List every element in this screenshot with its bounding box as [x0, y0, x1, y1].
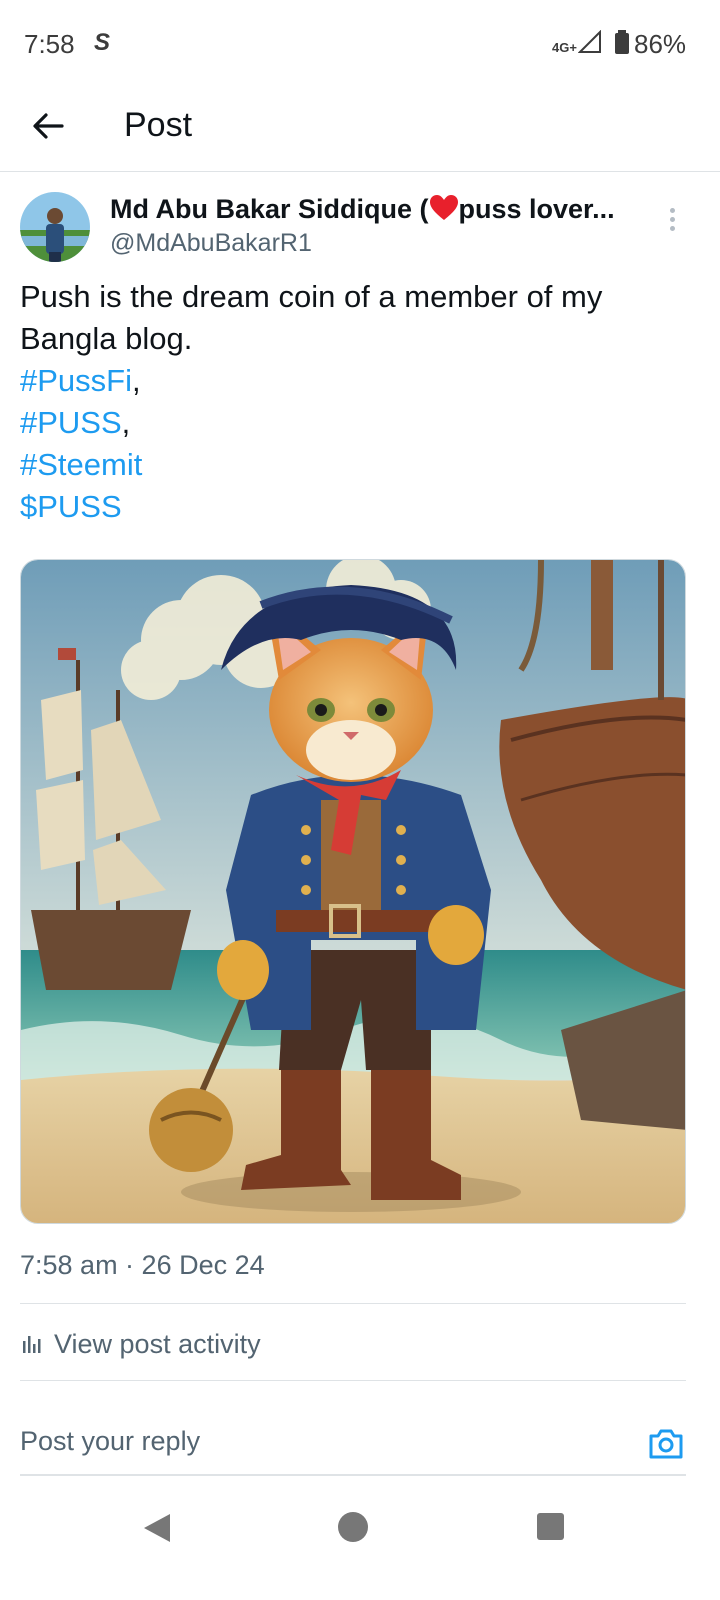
nav-back-icon[interactable] — [142, 1512, 172, 1544]
avatar-image — [20, 192, 90, 262]
divider — [20, 1380, 686, 1381]
battery-icon — [615, 30, 629, 54]
nav-home-button[interactable] — [338, 1512, 368, 1542]
page-title: Post — [124, 106, 193, 144]
app-notification-icon: S — [94, 29, 111, 56]
tweet-main-text: Push is the dream coin of a member of my… — [20, 279, 603, 356]
camera-button[interactable] — [646, 1424, 686, 1464]
hashtag-line: #Steemit — [20, 444, 690, 486]
author-handle[interactable]: @MdAbuBakarR1 — [110, 229, 312, 258]
more-options-button[interactable] — [662, 204, 682, 236]
system-nav-bar — [0, 1490, 720, 1600]
tweet-media-image[interactable] — [20, 559, 686, 1224]
nav-recents-button[interactable] — [537, 1513, 564, 1540]
hashtag-link[interactable]: #Steemit — [20, 447, 142, 482]
hashtag-link[interactable]: #PUSS — [20, 405, 122, 440]
app-header: Post — [0, 88, 720, 172]
status-bar: 7:58 S 4G+ 86% — [0, 0, 720, 88]
pirate-cat-illustration — [21, 560, 685, 1223]
network-type: 4G+ — [552, 40, 577, 55]
author-name-suffix: puss lover... — [458, 194, 615, 224]
heart-icon — [429, 195, 458, 220]
battery-percent: 86% — [634, 29, 687, 59]
divider — [20, 1303, 686, 1304]
author-name[interactable]: Md Abu Bakar Siddique ( puss lover... — [110, 194, 615, 225]
hashtag-link[interactable]: #PussFi — [20, 363, 132, 398]
reply-input[interactable]: Post your reply — [20, 1426, 200, 1457]
status-time: 7:58 — [24, 29, 75, 59]
more-vertical-icon — [662, 208, 682, 231]
tweet-text: Push is the dream coin of a member of my… — [20, 276, 690, 528]
view-post-activity-label: View post activity — [54, 1328, 261, 1359]
back-arrow-icon — [33, 113, 64, 139]
cashtag-link[interactable]: $PUSS — [20, 489, 122, 524]
hashtag-line: $PUSS — [20, 486, 690, 528]
signal-icon — [578, 30, 601, 53]
author-name-prefix: Md Abu Bakar Siddique ( — [110, 194, 429, 224]
avatar[interactable] — [20, 192, 90, 262]
view-post-activity-button[interactable]: View post activity — [20, 1318, 261, 1370]
activity-chart-icon — [23, 1336, 41, 1353]
hashtag-line: #PussFi, — [20, 363, 141, 398]
post-timestamp: 7:58 am · 26 Dec 24 — [20, 1250, 265, 1280]
back-button[interactable] — [28, 104, 72, 148]
hashtag-line: #PUSS, — [20, 405, 131, 440]
reply-bar: Post your reply — [20, 1418, 686, 1476]
camera-icon — [649, 1429, 683, 1459]
